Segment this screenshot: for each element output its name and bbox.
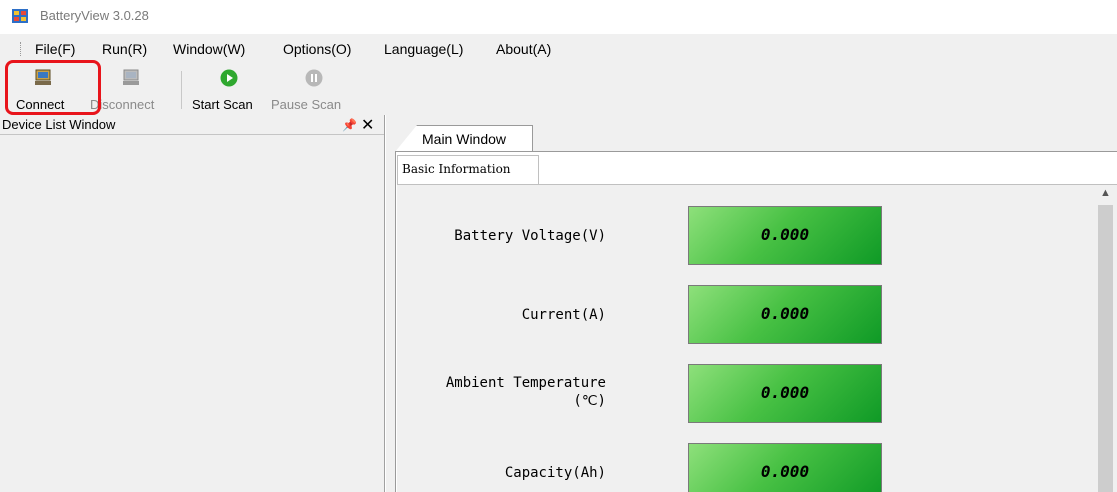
menu-window[interactable]: Window(W) (173, 41, 245, 57)
temperature-label-line1: Ambient Temperature (445, 375, 606, 391)
device-list-panel: Device List Window 📌 ✕ (0, 115, 385, 492)
scroll-thumb[interactable] (1098, 205, 1113, 492)
play-icon (220, 69, 238, 87)
close-icon[interactable]: ✕ (361, 115, 374, 135)
start-scan-label: Start Scan (192, 97, 253, 112)
disconnect-icon (123, 69, 139, 85)
pause-scan-label: Pause Scan (271, 97, 342, 112)
window-title: BatteryView 3.0.28 (40, 8, 149, 23)
temperature-value-box: 0.000 (688, 364, 882, 423)
voltage-value: 0.000 (760, 225, 810, 244)
toolbar: Connect Disconnect Start Scan Pause Scan (0, 65, 1117, 115)
voltage-label: Battery Voltage(V) (454, 228, 606, 244)
capacity-value-box: 0.000 (688, 443, 882, 492)
menu-file[interactable]: File(F) (35, 41, 75, 57)
current-label: Current(A) (521, 307, 606, 323)
capacity-label: Capacity(Ah) (504, 465, 606, 481)
temperature-value: 0.000 (760, 383, 810, 402)
vertical-scrollbar[interactable]: ▲ (1094, 185, 1116, 492)
menu-about[interactable]: About(A) (496, 41, 551, 57)
scroll-up-icon[interactable]: ▲ (1100, 187, 1111, 199)
panel-title: Device List Window (2, 117, 116, 132)
panel-header: Device List Window 📌 ✕ (0, 115, 384, 135)
menu-grip (20, 42, 22, 56)
menu-bar: File(F) Run(R) Window(W) Options(O) Lang… (0, 34, 1117, 65)
pause-icon (305, 69, 323, 87)
tab-main-window-label: Main Window (422, 131, 507, 147)
menu-options[interactable]: Options(O) (283, 41, 351, 57)
pin-icon[interactable]: 📌 (342, 118, 357, 132)
current-value: 0.000 (760, 304, 810, 323)
menu-language[interactable]: Language(L) (384, 41, 463, 57)
connect-highlight-annotation (5, 60, 101, 115)
title-bar: BatteryView 3.0.28 (0, 0, 1117, 34)
main-area: Main Window Basic Information Battery Vo… (386, 115, 1117, 492)
toolbar-separator (181, 71, 182, 109)
app-icon (12, 9, 28, 23)
current-value-box: 0.000 (688, 285, 882, 344)
temperature-label-line2: (℃) (573, 393, 606, 409)
basic-information-content: Battery Voltage(V) 0.000 Current(A) 0.00… (397, 184, 1117, 492)
menu-run[interactable]: Run(R) (102, 41, 147, 57)
voltage-value-box: 0.000 (688, 206, 882, 265)
tab-basic-information[interactable]: Basic Information (397, 155, 539, 184)
capacity-value: 0.000 (760, 462, 810, 481)
main-window-content: Basic Information Battery Voltage(V) 0.0… (395, 151, 1117, 492)
tab-basic-information-label: Basic Information (402, 162, 511, 176)
